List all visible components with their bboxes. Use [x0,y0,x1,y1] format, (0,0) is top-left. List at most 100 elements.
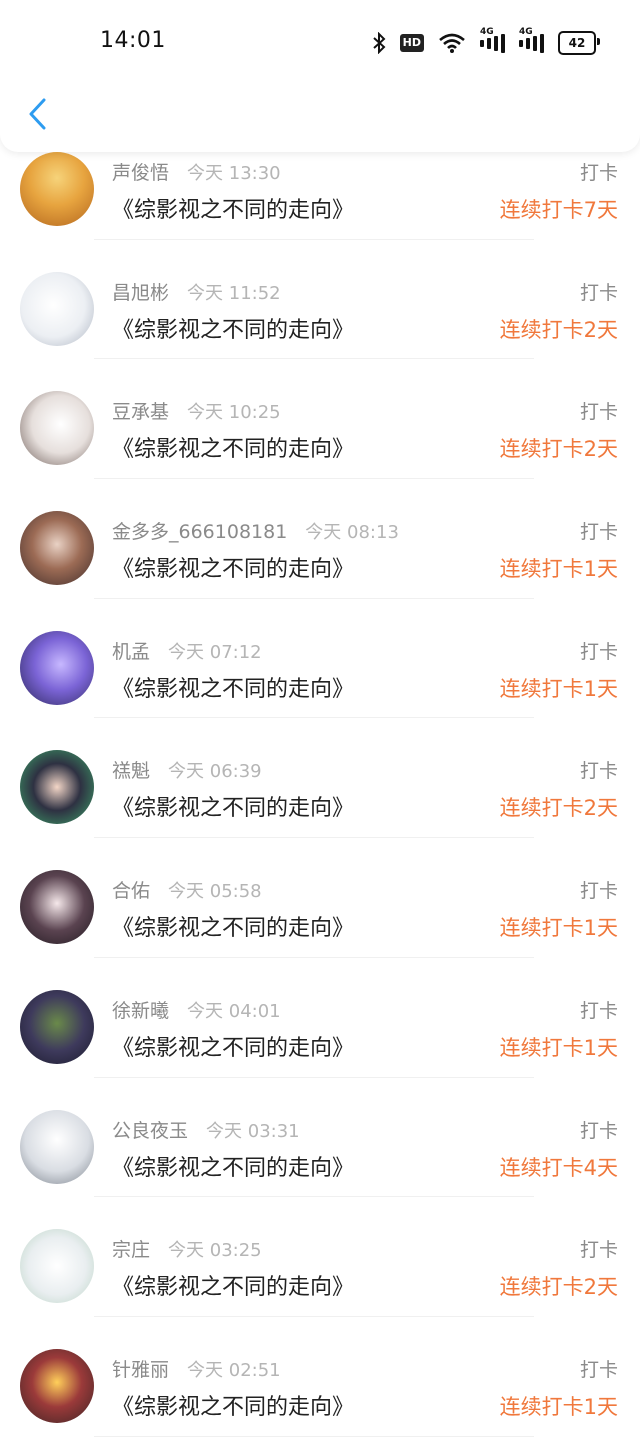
checkin-label: 打卡 [579,880,618,903]
divider [94,1435,534,1437]
timestamp: 今天 04:01 [187,1000,281,1022]
timestamp: 今天 06:39 [168,761,262,783]
streak-label: 连续打卡1天 [499,916,618,941]
timestamp: 今天 02:51 [187,1359,281,1381]
avatar[interactable] [20,630,94,705]
status-time: 14:01 [100,28,166,53]
checkin-label: 打卡 [579,1358,618,1381]
avatar[interactable] [20,1109,94,1184]
user-name-text[interactable]: 金多多_666108181 [112,521,287,543]
list-item[interactable]: 徐新曦 今天 04:01 《综影视之不同的走向》 打卡连续打卡1天 [0,958,640,1078]
user-name[interactable]: 针雅丽 今天 02:51 [112,1355,281,1382]
checkin-label: 打卡 [579,521,618,544]
streak-label: 连续打卡1天 [499,557,618,582]
bluetooth-icon [372,31,386,55]
avatar[interactable] [20,511,94,586]
book-title[interactable]: 《综影视之不同的走向》 [112,910,354,942]
checkin-label: 打卡 [579,281,618,304]
streak-label: 连续打卡7天 [499,198,618,222]
timestamp: 今天 11:52 [187,282,281,304]
checkin-label: 打卡 [579,1119,618,1142]
timestamp: 今天 10:25 [187,402,281,424]
streak-label: 连续打卡2天 [499,796,618,821]
book-title[interactable]: 《综影视之不同的走向》 [112,1269,354,1301]
checkin-label: 打卡 [579,760,618,783]
list-item[interactable]: 公良夜玉 今天 03:31 《综影视之不同的走向》 打卡连续打卡4天 [0,1078,640,1198]
hd-icon: HD [399,31,424,55]
timestamp: 今天 07:12 [168,641,262,663]
list-item[interactable]: 合佑 今天 05:58 《综影视之不同的走向》 打卡连续打卡1天 [0,838,640,958]
book-title[interactable]: 《综影视之不同的走向》 [112,790,354,822]
user-name-text[interactable]: 宗庄 [112,1239,150,1261]
list-item[interactable]: 机孟 今天 07:12 《综影视之不同的走向》 打卡连续打卡1天 [0,599,640,719]
user-name[interactable]: 豆承基 今天 10:25 [112,397,281,424]
timestamp: 今天 03:25 [168,1240,262,1262]
streak-label: 连续打卡1天 [499,1394,618,1419]
book-title[interactable]: 《综影视之不同的走向》 [112,192,354,224]
list-item[interactable]: 金多多_666108181 今天 08:13 《综影视之不同的走向》 打卡连续打卡1天 [0,479,640,599]
status-icons: HD 4G 4G 42 [372,27,600,56]
list-item[interactable]: 针雅丽 今天 02:51 《综影视之不同的走向》 打卡连续打卡1天 [0,1317,640,1437]
user-name-text[interactable]: 豆承基 [112,401,169,423]
user-name-text[interactable]: 禚魁 [112,760,150,782]
list-item[interactable]: 昌旭彬 今天 11:52 《综影视之不同的走向》 打卡连续打卡2天 [0,240,640,360]
signal-4g-icon: 4G [519,27,544,55]
book-title[interactable]: 《综影视之不同的走向》 [112,551,354,583]
streak-label: 连续打卡2天 [499,317,618,342]
avatar[interactable] [20,271,94,346]
top-bar: 14:01 HD 4G 4G 42 [0,0,640,152]
signal-4g-icon: 4G [480,27,505,55]
user-name[interactable]: 声俊悟 今天 13:30 [112,158,281,185]
user-name[interactable]: 合佑 今天 05:58 [112,876,262,903]
checkin-label: 打卡 [579,1239,618,1262]
avatar[interactable] [20,1348,94,1423]
streak-label: 连续打卡1天 [499,1035,618,1060]
avatar[interactable] [20,391,94,466]
streak-label: 连续打卡4天 [499,1155,618,1180]
user-name[interactable]: 金多多_666108181 今天 08:13 [112,517,399,544]
user-name[interactable]: 徐新曦 今天 04:01 [112,996,281,1023]
checkin-label: 打卡 [579,640,618,663]
avatar[interactable] [20,1229,94,1304]
user-name-text[interactable]: 徐新曦 [112,1000,169,1022]
book-title[interactable]: 《综影视之不同的走向》 [112,671,354,703]
book-title[interactable]: 《综影视之不同的走向》 [112,312,354,344]
wifi-icon [438,31,466,55]
list-item[interactable]: 宗庄 今天 03:25 《综影视之不同的走向》 打卡连续打卡2天 [0,1197,640,1317]
avatar[interactable] [20,989,94,1064]
book-title[interactable]: 《综影视之不同的走向》 [112,1030,354,1062]
book-title[interactable]: 《综影视之不同的走向》 [112,431,354,463]
list-item[interactable]: 禚魁 今天 06:39 《综影视之不同的走向》 打卡连续打卡2天 [0,718,640,839]
timestamp: 今天 03:31 [206,1120,300,1142]
avatar[interactable] [20,750,94,825]
user-name-text[interactable]: 针雅丽 [112,1359,169,1381]
user-name-text[interactable]: 机孟 [112,641,150,663]
user-name[interactable]: 宗庄 今天 03:25 [112,1235,262,1262]
streak-label: 连续打卡2天 [499,437,618,462]
timestamp: 今天 05:58 [168,881,262,903]
checkin-label: 打卡 [579,401,618,424]
avatar[interactable] [20,870,94,945]
checkin-label: 打卡 [579,999,618,1022]
back-button[interactable] [18,92,58,136]
user-name-text[interactable]: 合佑 [112,880,150,902]
user-name-text[interactable]: 公良夜玉 [112,1120,188,1142]
user-name-text[interactable]: 昌旭彬 [112,282,169,304]
user-name[interactable]: 禚魁 今天 06:39 [112,756,262,783]
checkin-list: 声俊悟 今天 13:30 《综影视之不同的走向》 打卡 连续打卡7天 昌旭彬 今天 11:5… [0,120,640,1437]
timestamp: 今天 13:30 [187,163,281,184]
battery-icon: 42 [558,31,600,55]
avatar[interactable] [20,152,94,226]
list-item[interactable]: 豆承基 今天 10:25 《综影视之不同的走向》 打卡连续打卡2天 [0,359,640,480]
user-name[interactable]: 机孟 今天 07:12 [112,637,262,664]
user-name[interactable]: 昌旭彬 今天 11:52 [112,278,281,305]
streak-label: 连续打卡1天 [499,676,618,701]
book-title[interactable]: 《综影视之不同的走向》 [112,1389,354,1421]
timestamp: 今天 08:13 [305,522,399,544]
checkin-label: 打卡 [579,162,618,184]
user-name-text[interactable]: 声俊悟 [112,162,169,184]
streak-label: 连续打卡2天 [499,1275,618,1300]
chevron-left-icon [29,98,46,130]
user-name[interactable]: 公良夜玉 今天 03:31 [112,1116,300,1143]
book-title[interactable]: 《综影视之不同的走向》 [112,1150,354,1182]
